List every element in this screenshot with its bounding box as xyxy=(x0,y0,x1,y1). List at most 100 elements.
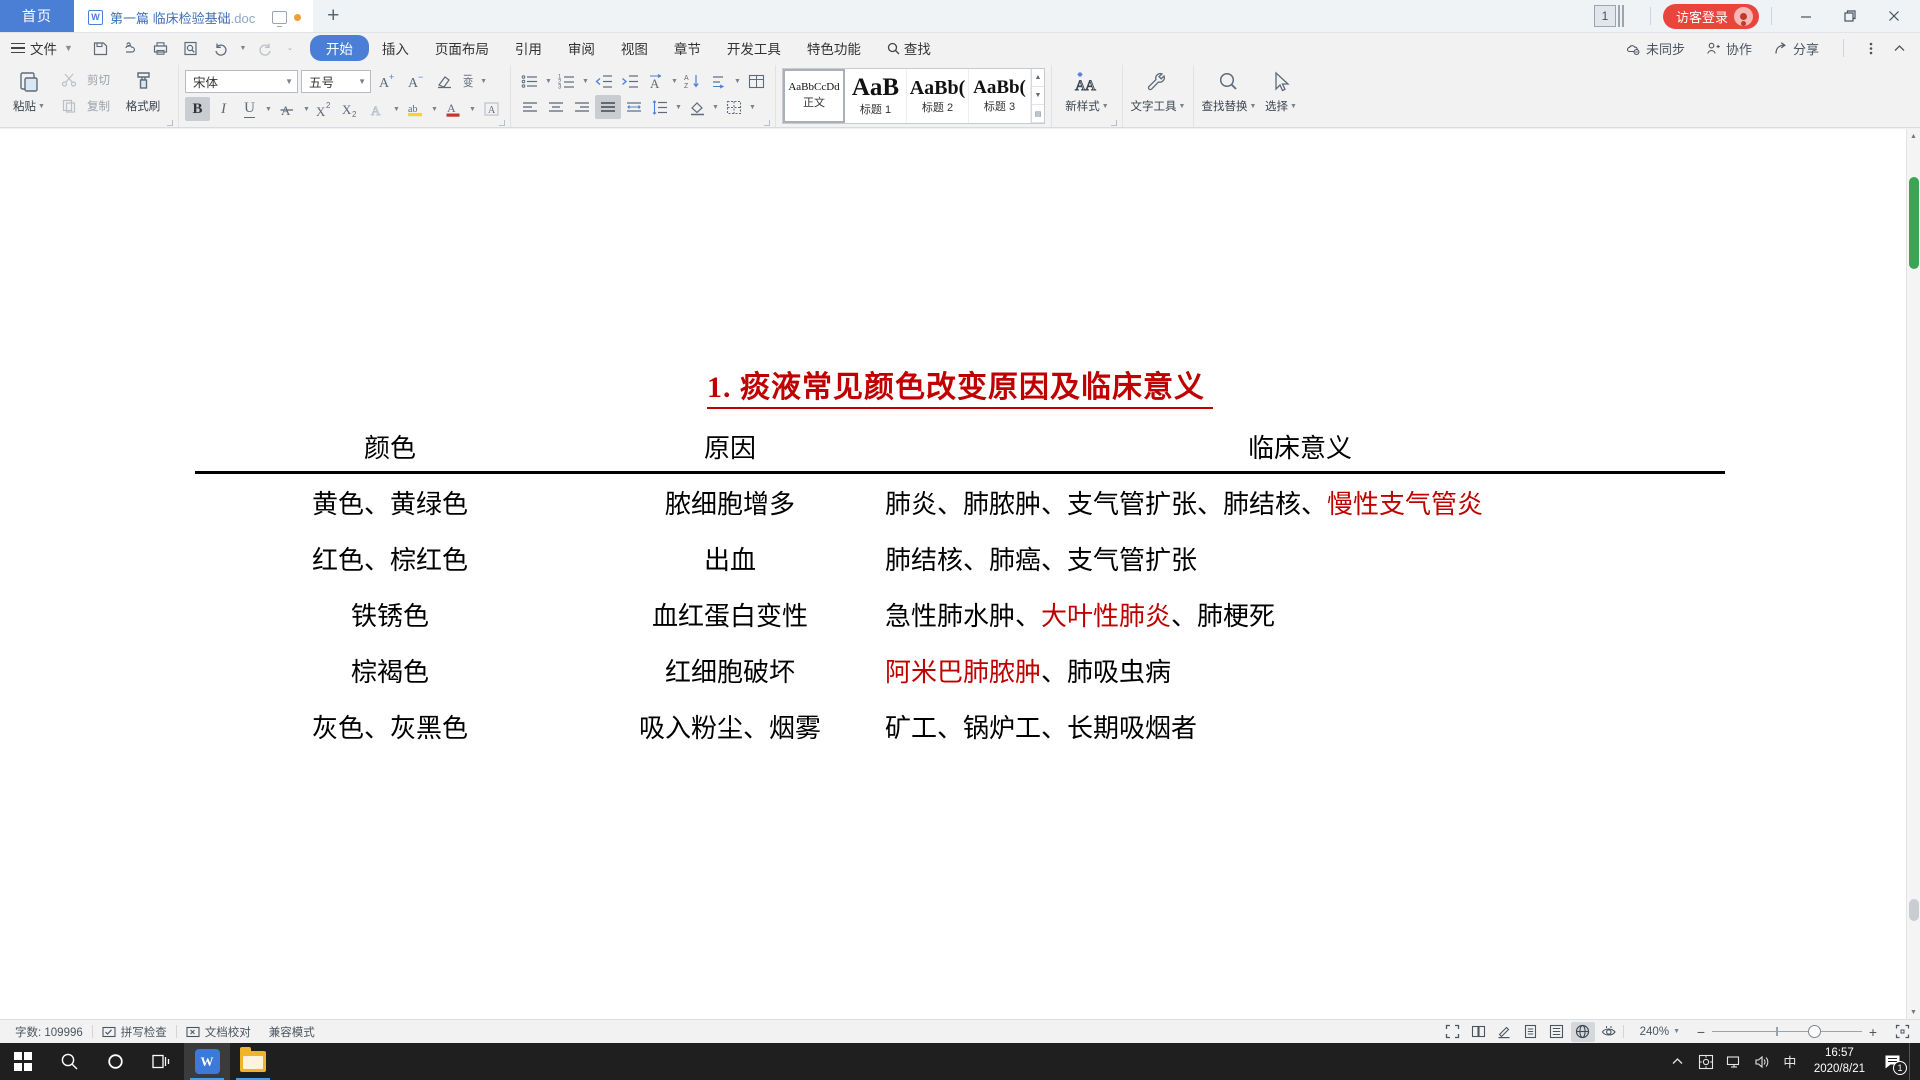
tab-references[interactable]: 引用 xyxy=(502,35,555,61)
taskbar-file-explorer-button[interactable] xyxy=(230,1043,276,1080)
task-view-button[interactable] xyxy=(138,1043,184,1080)
cortana-button[interactable] xyxy=(92,1043,138,1080)
notification-center-button[interactable]: 1 xyxy=(1875,1043,1909,1080)
text-effects-button[interactable]: A xyxy=(365,97,390,121)
taskbar-wps-button[interactable]: W xyxy=(184,1043,230,1080)
distribute-button[interactable] xyxy=(621,95,647,119)
highlight-button[interactable]: ab xyxy=(403,97,428,121)
more-options-button[interactable] xyxy=(1859,32,1883,64)
zoom-slider[interactable]: − + xyxy=(1690,1024,1888,1040)
numbered-list-button[interactable]: 123 xyxy=(554,69,580,93)
vertical-scrollbar[interactable]: ▲ ▼ xyxy=(1906,129,1920,1019)
text-effects-dropdown[interactable]: ▼ xyxy=(391,97,402,121)
sync-status-button[interactable]: 未同步 xyxy=(1617,36,1694,61)
tray-volume-button[interactable] xyxy=(1748,1043,1776,1080)
undo-icon[interactable] xyxy=(207,36,234,61)
collaborate-button[interactable]: 协作 xyxy=(1697,36,1761,61)
scrollbar-thumb-secondary[interactable] xyxy=(1909,899,1919,921)
scrollbar-thumb[interactable] xyxy=(1909,177,1919,269)
word-count[interactable]: 字数: 109996 xyxy=(6,1024,92,1040)
document-page[interactable]: 1. 痰液常见颜色改变原因及临床意义 颜色 原因 临床意义 黄色、黄绿色 脓细胞… xyxy=(0,362,1920,1019)
show-desktop-button[interactable] xyxy=(1909,1043,1916,1080)
styles-more-icon[interactable]: ▤ xyxy=(1032,105,1044,123)
scroll-down-icon[interactable]: ▼ xyxy=(1032,87,1044,105)
dialog-launcher[interactable] xyxy=(167,120,173,126)
two-page-view-button[interactable] xyxy=(1467,1022,1491,1042)
presentation-icon[interactable] xyxy=(272,10,288,27)
decrease-indent-button[interactable] xyxy=(591,69,617,93)
compat-mode-label[interactable]: 兼容模式 xyxy=(260,1024,324,1040)
page-view-button[interactable] xyxy=(1519,1022,1543,1042)
clear-formatting-button[interactable] xyxy=(432,69,458,93)
style-normal[interactable]: AaBbCcDd 正文 xyxy=(783,69,845,123)
tab-developer-tools[interactable]: 开发工具 xyxy=(714,35,794,61)
save-icon[interactable] xyxy=(87,36,114,61)
tray-network-button[interactable] xyxy=(1720,1043,1748,1080)
spell-check-button[interactable]: 拼写检查 xyxy=(93,1024,176,1040)
tray-ime-button[interactable]: 中 xyxy=(1776,1043,1804,1080)
font-color-button[interactable]: A xyxy=(441,97,466,121)
undo-dropdown-icon[interactable]: ▼ xyxy=(237,36,249,61)
zoom-level-button[interactable]: 240% ▼ xyxy=(1626,1026,1688,1038)
tab-start[interactable]: 开始 xyxy=(309,35,369,61)
redo-icon[interactable] xyxy=(252,36,279,61)
numbered-list-dropdown[interactable]: ▼ xyxy=(580,69,591,93)
underline-dropdown[interactable]: ▼ xyxy=(263,97,274,121)
italic-button[interactable]: I xyxy=(211,97,236,121)
justify-button[interactable] xyxy=(595,95,621,119)
tab-section[interactable]: 章节 xyxy=(661,35,714,61)
minimize-button[interactable] xyxy=(1784,0,1828,32)
bold-button[interactable]: B xyxy=(185,97,210,121)
bullet-list-dropdown[interactable]: ▼ xyxy=(543,69,554,93)
fit-page-button[interactable] xyxy=(1890,1022,1914,1042)
increase-font-size-button[interactable]: A + xyxy=(374,69,400,93)
document-canvas[interactable]: 1. 痰液常见颜色改变原因及临床意义 颜色 原因 临床意义 黄色、黄绿色 脓细胞… xyxy=(0,129,1920,1019)
font-color-dropdown[interactable]: ▼ xyxy=(467,97,478,121)
underline-button[interactable]: U xyxy=(237,97,262,121)
start-button[interactable] xyxy=(0,1043,46,1080)
align-left-button[interactable] xyxy=(517,95,543,119)
collapse-ribbon-button[interactable] xyxy=(1886,32,1912,64)
outline-view-button[interactable] xyxy=(1545,1022,1569,1042)
eye-protection-button[interactable] xyxy=(1597,1022,1621,1042)
shading-dropdown[interactable]: ▼ xyxy=(710,95,721,119)
maximize-button[interactable] xyxy=(1828,0,1872,32)
close-button[interactable] xyxy=(1872,0,1916,32)
scroll-up-icon[interactable]: ▲ xyxy=(1032,69,1044,87)
edit-mode-button[interactable] xyxy=(1493,1022,1517,1042)
show-formatting-marks-button[interactable] xyxy=(706,69,732,93)
scroll-up-button[interactable]: ▲ xyxy=(1907,129,1920,143)
sort-button[interactable]: AZ xyxy=(680,69,706,93)
tray-app-icon-button[interactable] xyxy=(1692,1043,1720,1080)
document-tab[interactable]: W 第一篇 临床检验基础.doc xyxy=(74,0,314,32)
superscript-button[interactable]: X2 xyxy=(313,97,338,121)
line-spacing-dropdown[interactable]: ▼ xyxy=(673,95,684,119)
tab-review[interactable]: 审阅 xyxy=(555,35,608,61)
proofread-button[interactable]: 文档校对 xyxy=(177,1024,260,1040)
home-tab[interactable]: 首页 xyxy=(0,0,74,32)
styles-gallery-scroll[interactable]: ▲ ▼ ▤ xyxy=(1031,69,1044,123)
zoom-slider-handle[interactable] xyxy=(1808,1025,1821,1038)
share-button[interactable]: 分享 xyxy=(1764,36,1828,61)
character-border-button[interactable]: A xyxy=(479,97,504,121)
dialog-launcher[interactable] xyxy=(1111,120,1117,126)
paste-button[interactable]: 粘贴 ▼ xyxy=(6,65,52,114)
subscript-button[interactable]: X2 xyxy=(339,97,364,121)
borders-button[interactable] xyxy=(721,95,747,119)
style-heading-3[interactable]: AaBb( 标题 3 xyxy=(969,69,1031,123)
line-spacing-button[interactable] xyxy=(647,95,673,119)
file-menu-button[interactable]: 文件 ▼ xyxy=(11,38,73,58)
scroll-down-button[interactable]: ▼ xyxy=(1907,1005,1920,1019)
format-painter-button[interactable]: 格式刷 xyxy=(114,65,172,114)
new-tab-button[interactable]: + xyxy=(313,0,353,32)
dialog-launcher[interactable] xyxy=(764,120,770,126)
bullet-list-button[interactable] xyxy=(517,69,543,93)
tab-special-features[interactable]: 特色功能 xyxy=(794,35,874,61)
borders-dropdown[interactable]: ▼ xyxy=(747,95,758,119)
decrease-font-size-button[interactable]: A − xyxy=(403,69,429,93)
align-right-button[interactable] xyxy=(569,95,595,119)
guest-login-button[interactable]: 访客登录 xyxy=(1662,3,1759,29)
fullscreen-button[interactable] xyxy=(1441,1022,1465,1042)
taskbar-search-button[interactable] xyxy=(46,1043,92,1080)
pinyin-guide-button[interactable]: 变 ▼ xyxy=(461,69,487,93)
